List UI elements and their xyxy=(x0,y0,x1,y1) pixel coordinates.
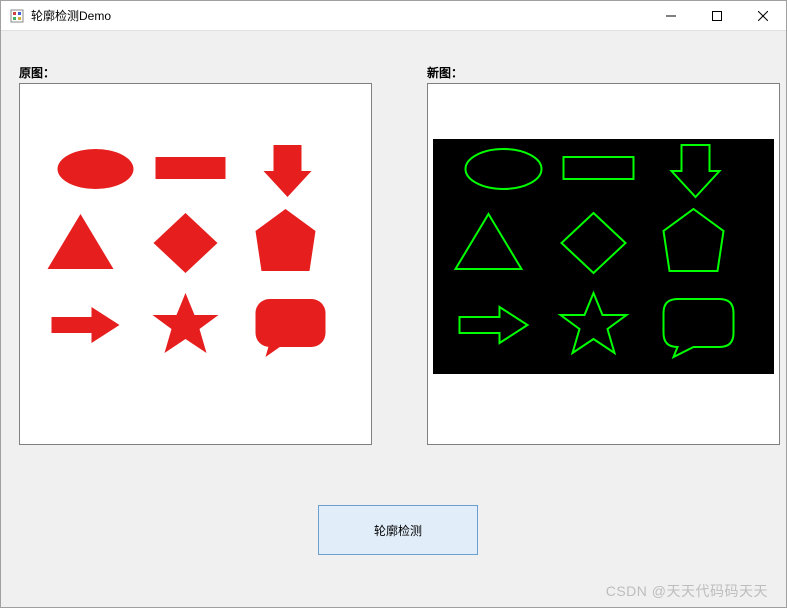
star-shape xyxy=(153,293,219,353)
close-button[interactable] xyxy=(740,1,786,31)
arrow-down-shape xyxy=(264,145,312,197)
pentagon-shape xyxy=(256,209,316,271)
arrow-right-outline xyxy=(460,307,528,343)
minimize-button[interactable] xyxy=(648,1,694,31)
triangle-shape xyxy=(48,214,114,269)
arrow-right-shape xyxy=(52,307,120,343)
detect-button-label: 轮廓检测 xyxy=(374,522,422,539)
original-image-label: 原图： xyxy=(19,64,55,81)
client-area: 原图： 新图： xyxy=(1,31,786,607)
detect-contours-button[interactable]: 轮廓检测 xyxy=(318,505,478,555)
original-shapes xyxy=(25,139,366,374)
arrow-down-outline xyxy=(672,145,720,197)
speech-bubble-shape xyxy=(256,299,326,357)
result-image xyxy=(433,139,774,374)
watermark-text: CSDN @天天代码码天天 xyxy=(606,581,768,601)
rectangle-shape xyxy=(156,157,226,179)
speech-bubble-outline xyxy=(664,299,734,357)
result-image-label: 新图： xyxy=(427,64,463,81)
app-window: 轮廓检测Demo 原图： 新图： xyxy=(0,0,787,608)
star-outline xyxy=(561,293,627,353)
ellipse-outline xyxy=(466,149,542,189)
original-image xyxy=(25,139,366,374)
pentagon-outline xyxy=(664,209,724,271)
triangle-outline xyxy=(456,214,522,269)
diamond-shape xyxy=(154,213,218,273)
titlebar: 轮廓检测Demo xyxy=(1,1,786,31)
result-image-panel xyxy=(427,83,780,445)
rectangle-outline xyxy=(564,157,634,179)
diamond-outline xyxy=(562,213,626,273)
ellipse-shape xyxy=(58,149,134,189)
result-shapes xyxy=(433,139,774,374)
app-icon xyxy=(9,8,25,24)
window-title: 轮廓检测Demo xyxy=(31,7,111,24)
maximize-button[interactable] xyxy=(694,1,740,31)
original-image-panel xyxy=(19,83,372,445)
